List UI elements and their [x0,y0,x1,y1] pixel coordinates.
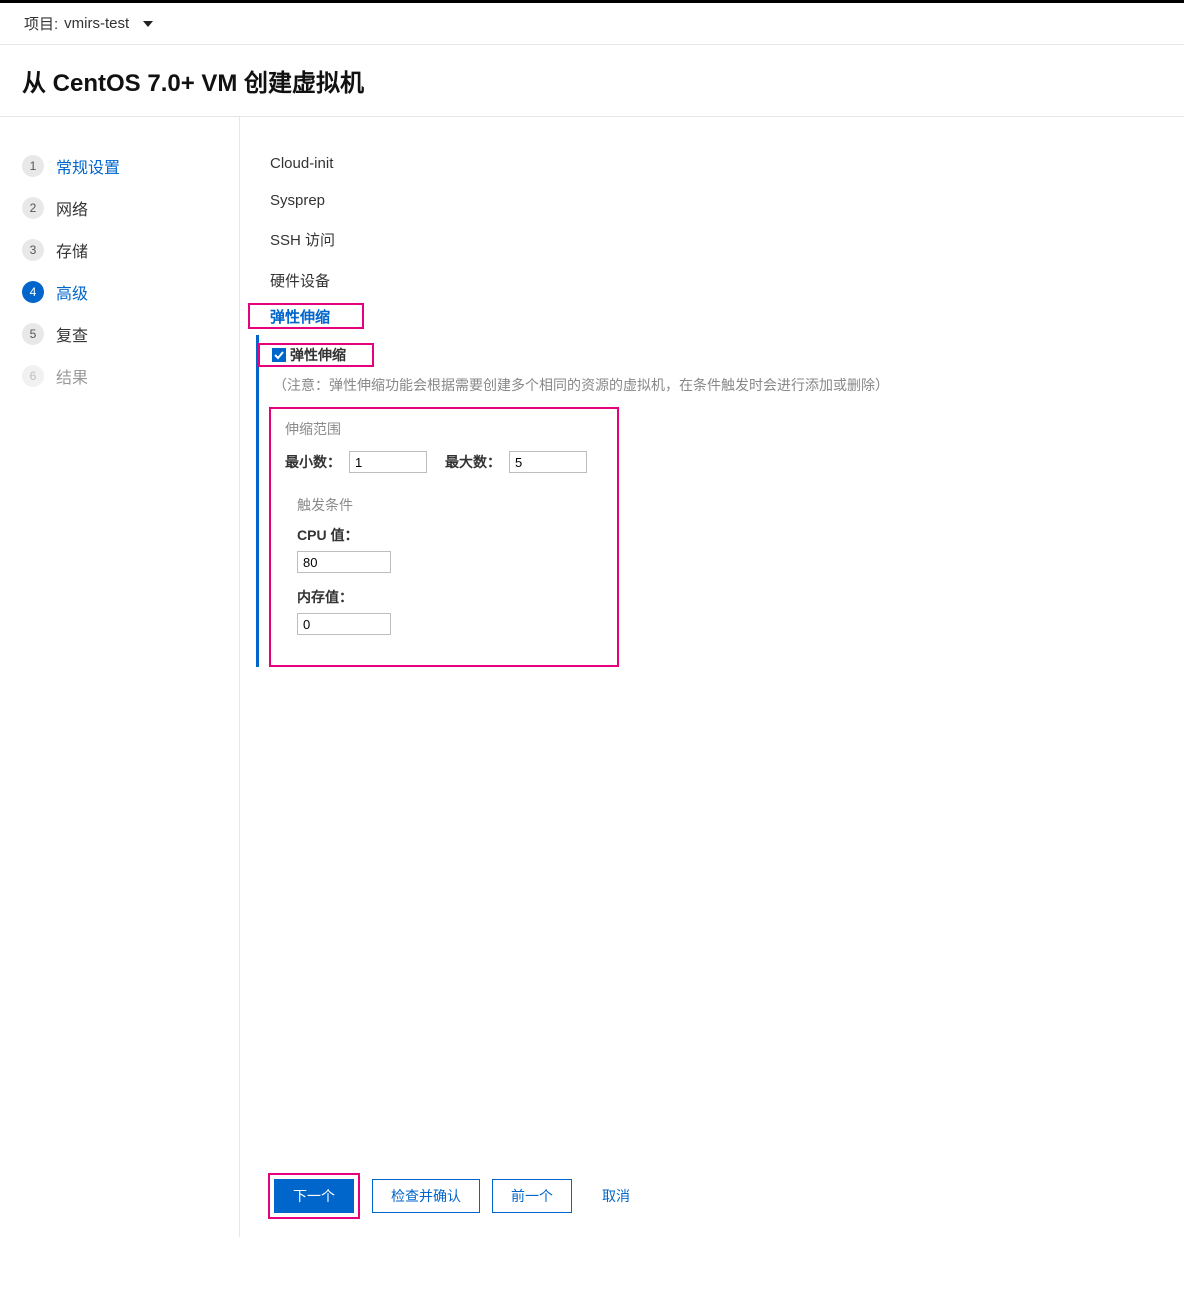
step-number: 5 [22,323,44,345]
tab-autoscale[interactable]: 弹性伸缩 [270,306,330,327]
highlight-range-box: 伸缩范围 最小数： 最大数： 触发条件 CPU 值： [269,407,619,667]
step-number: 2 [22,197,44,219]
checkmark-icon [274,350,284,360]
project-label: 项目: [24,13,58,34]
step-number: 1 [22,155,44,177]
step-number: 4 [22,281,44,303]
step-label: 网络 [56,196,88,220]
max-label: 最大数： [445,452,501,472]
page-header: 从 CentOS 7.0+ VM 创建虚拟机 [0,45,1184,117]
advanced-tabs: Cloud-init Sysprep SSH 访问 硬件设备 弹性伸缩 弹性伸缩 [268,145,1154,667]
step-number: 3 [22,239,44,261]
review-button[interactable]: 检查并确认 [372,1179,480,1213]
autoscale-section: 弹性伸缩 （注意：弹性伸缩功能会根据需要创建多个相同的资源的虚拟机，在条件触发时… [256,335,1154,667]
step-label: 常规设置 [56,154,120,178]
tab-hardware[interactable]: 硬件设备 [270,260,1154,301]
step-number: 6 [22,365,44,387]
mem-label: 内存值： [297,587,601,607]
autoscale-checkbox-label: 弹性伸缩 [290,345,346,365]
autoscale-note: （注意：弹性伸缩功能会根据需要创建多个相同的资源的虚拟机，在条件触发时会进行添加… [269,375,1154,395]
project-selector[interactable]: 项目: vmirs-test [0,0,1184,44]
step-result: 6 结果 [22,355,221,397]
cpu-input[interactable] [297,551,391,573]
highlight-next-button: 下一个 [268,1173,360,1219]
max-input[interactable] [509,451,587,473]
tab-ssh[interactable]: SSH 访问 [270,219,1154,260]
project-value: vmirs-test [64,15,129,32]
prev-button[interactable]: 前一个 [492,1179,572,1213]
next-button[interactable]: 下一个 [274,1179,354,1213]
step-label: 存储 [56,238,88,262]
step-general[interactable]: 1 常规设置 [22,145,221,187]
step-network[interactable]: 2 网络 [22,187,221,229]
highlight-autoscale-checkbox: 弹性伸缩 [258,343,374,367]
range-title: 伸缩范围 [285,419,601,439]
cpu-label: CPU 值： [297,525,601,545]
step-review[interactable]: 5 复查 [22,313,221,355]
page-title: 从 CentOS 7.0+ VM 创建虚拟机 [22,63,1162,98]
min-input[interactable] [349,451,427,473]
main-content: Cloud-init Sysprep SSH 访问 硬件设备 弹性伸缩 弹性伸缩 [240,117,1184,1237]
caret-down-icon [143,21,153,27]
step-advanced[interactable]: 4 高级 [22,271,221,313]
tab-sysprep[interactable]: Sysprep [270,182,1154,219]
step-label: 复查 [56,322,88,346]
highlight-autoscale-tab: 弹性伸缩 [248,303,364,329]
trigger-title: 触发条件 [297,495,601,515]
min-label: 最小数： [285,452,341,472]
cancel-button[interactable]: 取消 [584,1179,648,1213]
wizard-steps: 1 常规设置 2 网络 3 存储 4 高级 5 复查 6 结果 [0,117,240,1237]
step-storage[interactable]: 3 存储 [22,229,221,271]
tab-cloud-init[interactable]: Cloud-init [270,145,1154,182]
wizard-footer: 下一个 检查并确认 前一个 取消 [268,1163,1154,1237]
step-label: 结果 [56,364,88,388]
trigger-block: 触发条件 CPU 值： 内存值： [285,495,601,635]
mem-input[interactable] [297,613,391,635]
step-label: 高级 [56,280,88,304]
autoscale-checkbox[interactable] [272,348,286,362]
